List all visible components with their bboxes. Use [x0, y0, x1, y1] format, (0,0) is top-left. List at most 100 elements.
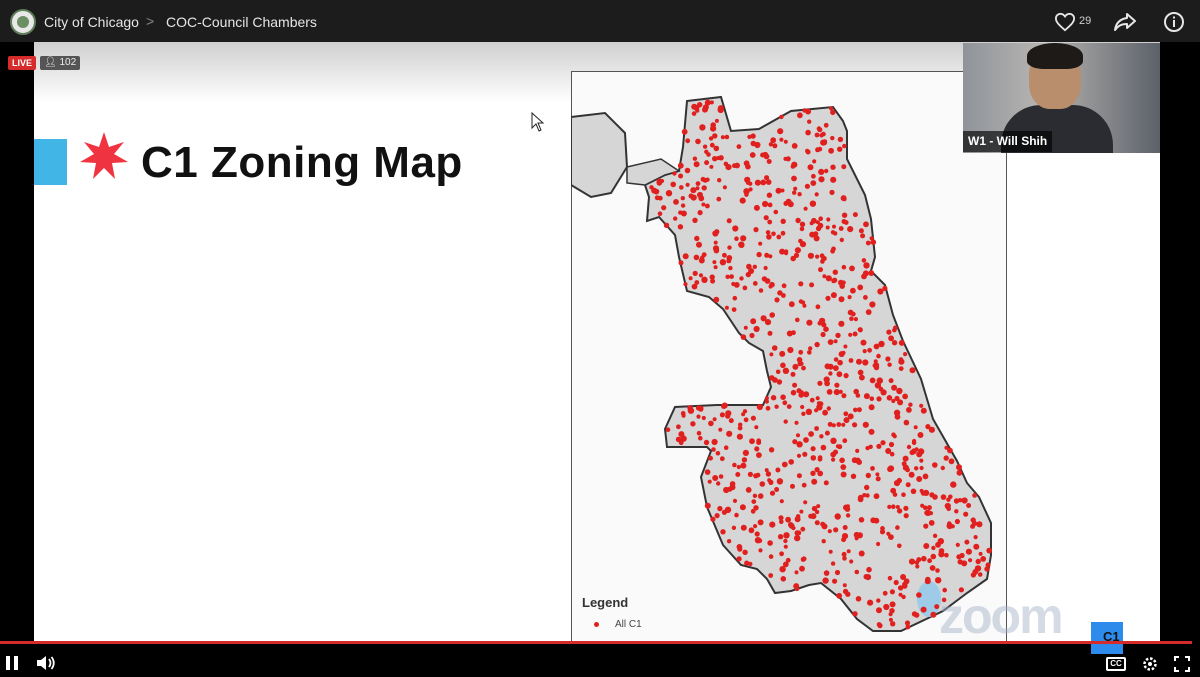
c1-zone-dot [699, 124, 706, 131]
volume-icon[interactable] [36, 655, 56, 671]
c1-zone-dot [712, 417, 717, 422]
c1-zone-dot [750, 318, 757, 325]
c1-zone-dot [830, 176, 837, 183]
c1-zone-dot [657, 211, 663, 216]
c1-zone-dot [948, 458, 955, 465]
c1-zone-dot [835, 444, 840, 449]
c1-zone-dot [717, 106, 724, 114]
c1-zone-dot [712, 475, 719, 481]
c1-zone-dot [903, 419, 910, 426]
c1-zone-dot [701, 185, 707, 191]
c1-zone-dot [780, 218, 786, 224]
heart-icon[interactable] [1054, 12, 1076, 32]
c1-zone-dot [741, 412, 746, 417]
c1-zone-dot [861, 258, 867, 263]
c1-zone-dot [818, 216, 823, 221]
c1-zone-dot [817, 456, 823, 462]
c1-zone-dot [897, 543, 902, 549]
c1-zone-dot [876, 541, 881, 547]
pause-icon[interactable] [5, 656, 19, 670]
info-icon[interactable] [1163, 11, 1185, 33]
breadcrumb-channel[interactable]: COC-Council Chambers [166, 14, 317, 30]
c1-zone-dot [720, 529, 726, 535]
c1-zone-dot [673, 199, 679, 205]
c1-zone-dot [767, 330, 773, 336]
c1-zone-dot [805, 148, 810, 154]
c1-zone-dot [819, 253, 825, 259]
c1-zone-dot [905, 482, 911, 488]
c1-zone-dot [684, 167, 691, 174]
c1-zone-dot [765, 179, 772, 185]
c1-zone-dot [825, 275, 832, 282]
c1-zone-dot [869, 377, 876, 384]
c1-zone-dot [774, 487, 780, 492]
c1-zone-dot [869, 301, 876, 308]
c1-zone-dot [946, 497, 951, 502]
c1-zone-dot [946, 522, 953, 530]
c1-zone-dot [898, 357, 904, 362]
c1-zone-dot [779, 499, 784, 504]
c1-zone-dot [649, 185, 654, 190]
c1-zone-dot [830, 109, 836, 116]
c1-zone-dot [902, 393, 908, 400]
c1-zone-dot [798, 349, 804, 355]
c1-zone-dot [906, 444, 912, 450]
c1-zone-dot [750, 415, 756, 421]
c1-zone-dot [902, 464, 909, 471]
c1-zone-dot [822, 139, 828, 144]
city-seal-icon[interactable] [10, 9, 36, 35]
c1-zone-dot [795, 217, 801, 224]
c1-zone-dot [752, 493, 758, 498]
c1-zone-dot [744, 192, 749, 197]
c1-zone-dot [978, 551, 983, 556]
c1-zone-dot [809, 200, 817, 207]
c1-zone-dot [713, 240, 718, 245]
c1-zone-dot [920, 503, 925, 508]
c1-zone-dot [916, 476, 923, 482]
cc-icon[interactable]: CC [1106, 657, 1126, 671]
settings-icon[interactable] [1141, 655, 1159, 673]
c1-zone-dot [705, 203, 710, 209]
c1-zone-dot [902, 581, 908, 587]
c1-zone-dot [913, 425, 918, 430]
c1-zone-dot [849, 559, 854, 564]
c1-zone-dot [834, 569, 841, 576]
c1-zone-dot [700, 176, 706, 182]
c1-zone-dot [803, 437, 809, 443]
progress-bar[interactable] [0, 641, 1192, 644]
c1-zone-dot [764, 399, 769, 404]
fullscreen-icon[interactable] [1174, 656, 1190, 672]
c1-zone-dot [792, 382, 798, 388]
c1-zone-dot [732, 462, 737, 468]
c1-zone-dot [797, 112, 803, 119]
c1-zone-dot [922, 473, 929, 480]
c1-zone-dot [708, 420, 714, 427]
c1-zone-dot [795, 514, 801, 519]
c1-zone-dot [783, 156, 788, 161]
c1-zone-dot [713, 145, 720, 152]
c1-zone-dot [791, 330, 796, 336]
c1-zone-dot [787, 346, 794, 354]
c1-zone-dot [703, 439, 710, 446]
c1-zone-dot [702, 104, 709, 111]
c1-zone-dot [713, 265, 718, 270]
breadcrumb-city[interactable]: City of Chicago [44, 14, 139, 30]
c1-zone-dot [757, 493, 764, 499]
c1-zone-dot [779, 519, 784, 525]
c1-zone-dot [777, 534, 784, 540]
c1-zone-dot [769, 521, 776, 528]
c1-zone-dot [849, 316, 854, 321]
c1-zone-dot [717, 178, 722, 183]
c1-zone-dot [754, 531, 760, 537]
c1-zone-dot [814, 520, 820, 526]
c1-zone-dot [826, 406, 831, 411]
c1-zone-dot [830, 248, 835, 254]
share-icon[interactable] [1113, 11, 1137, 33]
c1-zone-dot [758, 288, 764, 293]
c1-zone-dot [758, 241, 763, 246]
c1-zone-dot [739, 276, 744, 281]
c1-zone-dot [659, 178, 665, 184]
c1-zone-dot [736, 556, 742, 562]
c1-zone-dot [852, 212, 858, 218]
c1-zone-dot [803, 391, 810, 398]
